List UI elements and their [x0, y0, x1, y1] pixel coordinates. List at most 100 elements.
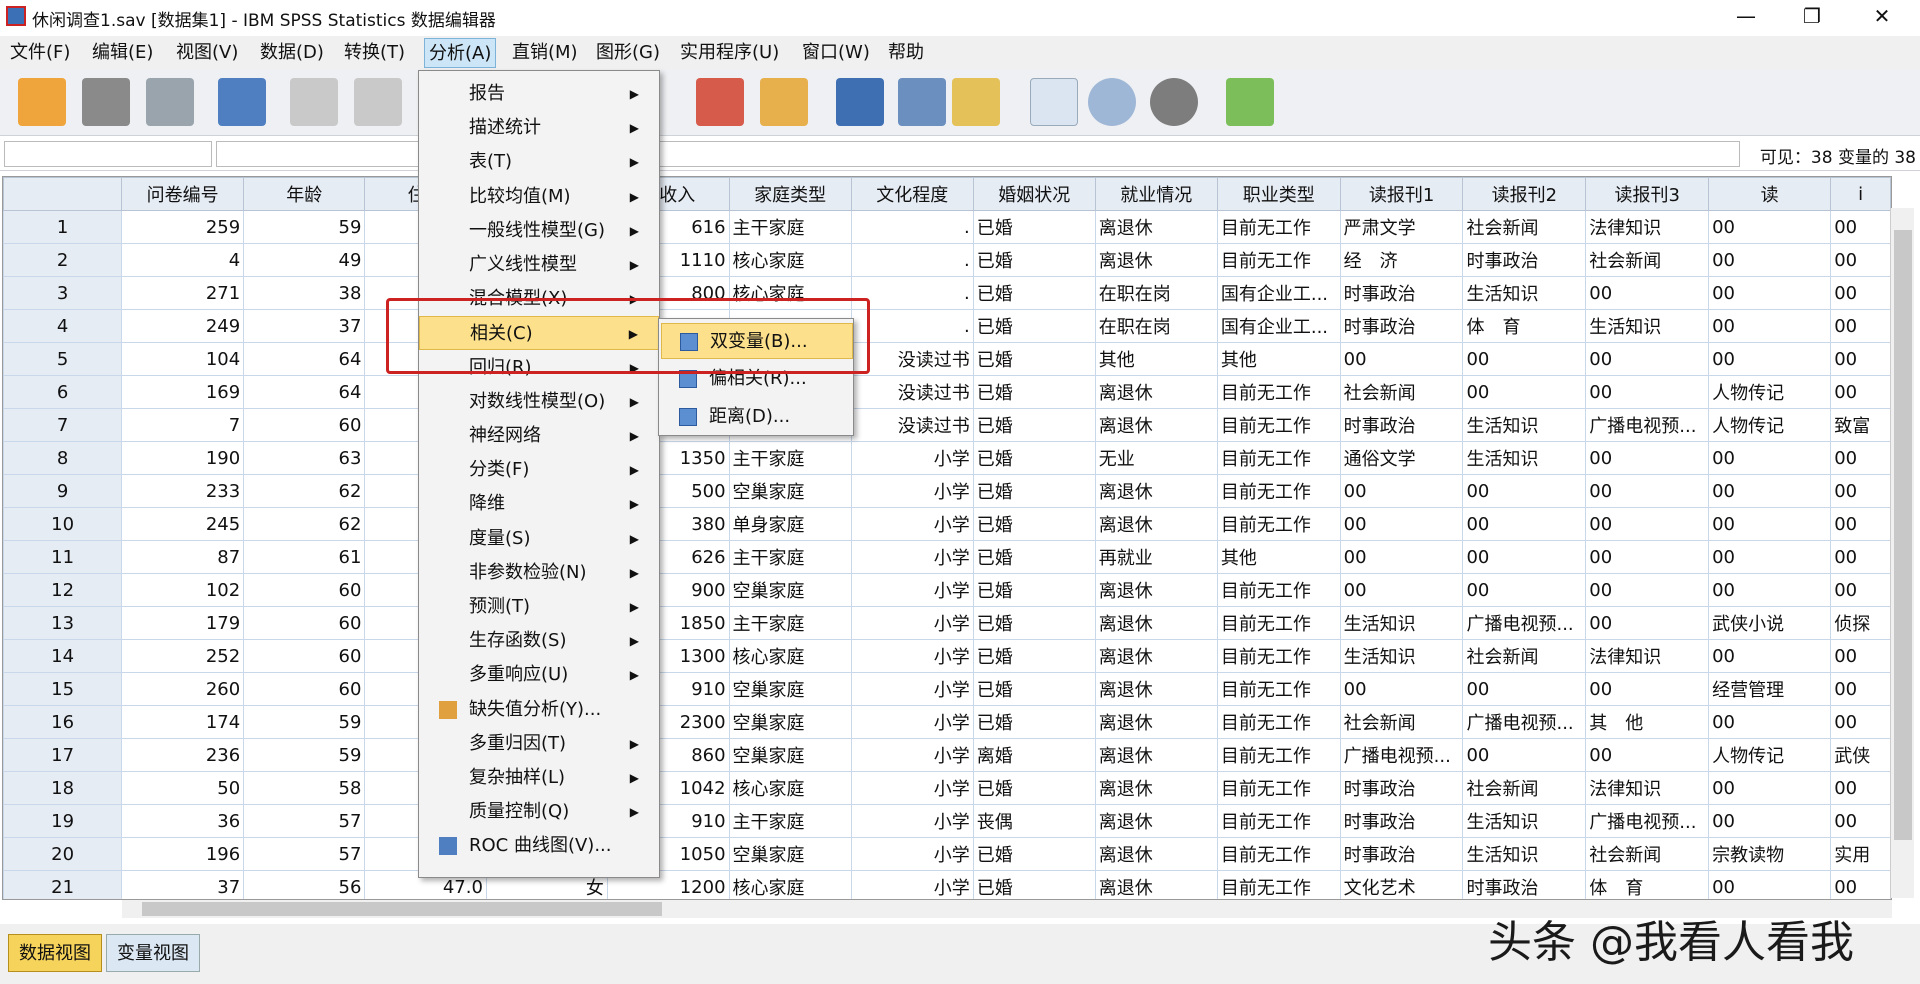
data-cell[interactable]: 离婚	[972, 738, 1096, 772]
data-cell[interactable]: 00	[1708, 474, 1832, 508]
menu-analyze[interactable]: 分析(A)	[424, 38, 497, 68]
menu-graphs[interactable]: 图形(G)	[592, 38, 664, 68]
data-cell[interactable]: 38	[243, 276, 366, 310]
data-cell[interactable]: 00	[1708, 309, 1832, 343]
data-cell[interactable]: 00	[1708, 771, 1832, 805]
column-header[interactable]: 年龄	[243, 177, 366, 211]
data-cell[interactable]: 其他	[1216, 540, 1341, 574]
data-cell[interactable]: 其 他	[1585, 705, 1710, 739]
data-cell[interactable]: 190	[121, 441, 245, 475]
row-number[interactable]: 17	[3, 738, 123, 772]
data-cell[interactable]: 生活知识	[1462, 804, 1587, 838]
data-cell[interactable]: 00	[1585, 672, 1710, 706]
row-number[interactable]: 15	[3, 672, 123, 706]
data-cell[interactable]: 260	[121, 672, 245, 706]
row-number[interactable]: 20	[3, 837, 123, 871]
data-cell[interactable]: 小学	[850, 540, 974, 574]
data-cell[interactable]: 00	[1830, 342, 1891, 376]
vertical-scrollbar[interactable]	[1890, 208, 1914, 898]
data-cell[interactable]: 小学	[850, 705, 974, 739]
data-cell[interactable]: 时事政治	[1339, 771, 1464, 805]
data-cell[interactable]: 离退休	[1094, 606, 1218, 640]
analyze-menu-item[interactable]: ROC 曲线图(V)...	[419, 829, 659, 863]
correlate-submenu-item[interactable]: 距离(D)...	[661, 399, 853, 435]
data-cell[interactable]: 实用	[1830, 837, 1891, 871]
row-number[interactable]: 2	[3, 243, 123, 277]
data-cell[interactable]: 00	[1830, 804, 1891, 838]
data-cell[interactable]: 37	[121, 870, 245, 899]
data-cell[interactable]: 没读过书	[850, 375, 974, 409]
data-cell[interactable]: 目前无工作	[1216, 738, 1341, 772]
analyze-menu-item[interactable]: 质量控制(Q) ▶	[419, 795, 659, 829]
data-cell[interactable]: 体 育	[1585, 870, 1710, 899]
data-cell[interactable]: 主干家庭	[728, 540, 852, 574]
data-cell[interactable]: 小学	[850, 837, 974, 871]
data-cell[interactable]: 主干家庭	[728, 606, 852, 640]
data-cell[interactable]: 已婚	[972, 441, 1096, 475]
row-number[interactable]: 8	[3, 441, 123, 475]
data-cell[interactable]: 60	[243, 672, 366, 706]
data-cell[interactable]: 无业	[1094, 441, 1218, 475]
data-cell[interactable]: 主干家庭	[728, 210, 852, 244]
horizontal-scroll-thumb[interactable]	[142, 902, 662, 916]
dialog-recall-icon[interactable]	[218, 78, 266, 126]
data-cell[interactable]: 目前无工作	[1216, 771, 1341, 805]
data-cell[interactable]: 00	[1830, 441, 1891, 475]
data-cell[interactable]: 其他	[1216, 342, 1341, 376]
row-number[interactable]: 19	[3, 804, 123, 838]
data-cell[interactable]: 小学	[850, 639, 974, 673]
data-cell[interactable]: 00	[1830, 672, 1891, 706]
data-cell[interactable]: 致富	[1830, 408, 1891, 442]
save-icon[interactable]	[82, 78, 130, 126]
spell-check-icon[interactable]	[1226, 78, 1274, 126]
data-cell[interactable]: 4	[121, 243, 245, 277]
data-cell[interactable]: 离退休	[1094, 408, 1218, 442]
data-cell[interactable]: 00	[1708, 870, 1832, 899]
data-cell[interactable]: 文化艺术	[1339, 870, 1464, 899]
data-cell[interactable]: 广播电视预...	[1585, 408, 1710, 442]
data-cell[interactable]: 00	[1708, 243, 1832, 277]
data-cell[interactable]: .	[850, 210, 974, 244]
data-cell[interactable]: 00	[1708, 210, 1832, 244]
menu-help[interactable]: 帮助	[884, 38, 928, 68]
data-cell[interactable]: 目前无工作	[1216, 804, 1341, 838]
data-cell[interactable]: 60	[243, 606, 366, 640]
data-cell[interactable]: 00	[1708, 342, 1832, 376]
data-cell[interactable]: 目前无工作	[1216, 441, 1341, 475]
data-cell[interactable]: 00	[1830, 639, 1891, 673]
data-cell[interactable]: 62	[243, 507, 366, 541]
data-cell[interactable]: 核心家庭	[728, 771, 852, 805]
data-cell[interactable]: 在职在岗	[1094, 276, 1218, 310]
show-all-variables-icon[interactable]	[1150, 78, 1198, 126]
data-cell[interactable]: 00	[1830, 375, 1891, 409]
data-cell[interactable]: 00	[1339, 540, 1464, 574]
analyze-menu-item[interactable]: 描述统计 ▶	[419, 111, 659, 145]
cell-reference-field[interactable]	[4, 141, 212, 167]
data-cell[interactable]: 离退休	[1094, 771, 1218, 805]
data-cell[interactable]: 宗教读物	[1708, 837, 1832, 871]
data-cell[interactable]: 离退休	[1094, 507, 1218, 541]
data-cell[interactable]: 00	[1462, 573, 1587, 607]
data-cell[interactable]: 00	[1462, 342, 1587, 376]
data-cell[interactable]: 社会新闻	[1585, 837, 1710, 871]
data-cell[interactable]: 60	[243, 408, 366, 442]
data-cell[interactable]: 法律知识	[1585, 771, 1710, 805]
open-icon[interactable]	[18, 78, 66, 126]
data-cell[interactable]: 小学	[850, 507, 974, 541]
data-cell[interactable]: 社会新闻	[1462, 639, 1587, 673]
data-cell[interactable]: 已婚	[972, 375, 1096, 409]
data-cell[interactable]: 离退休	[1094, 639, 1218, 673]
data-cell[interactable]: 00	[1708, 705, 1832, 739]
data-cell[interactable]: 小学	[850, 474, 974, 508]
data-cell[interactable]: 60	[243, 573, 366, 607]
data-cell[interactable]: 目前无工作	[1216, 705, 1341, 739]
analyze-menu-item[interactable]: 神经网络 ▶	[419, 419, 659, 453]
data-cell[interactable]: 目前无工作	[1216, 210, 1341, 244]
data-cell[interactable]: 00	[1708, 540, 1832, 574]
data-cell[interactable]: 60	[243, 639, 366, 673]
insert-cases-icon[interactable]	[696, 78, 744, 126]
data-cell[interactable]: 广播电视预...	[1339, 738, 1464, 772]
data-cell[interactable]: 63	[243, 441, 366, 475]
data-cell[interactable]: 252	[121, 639, 245, 673]
data-cell[interactable]: 人物传记	[1708, 375, 1832, 409]
